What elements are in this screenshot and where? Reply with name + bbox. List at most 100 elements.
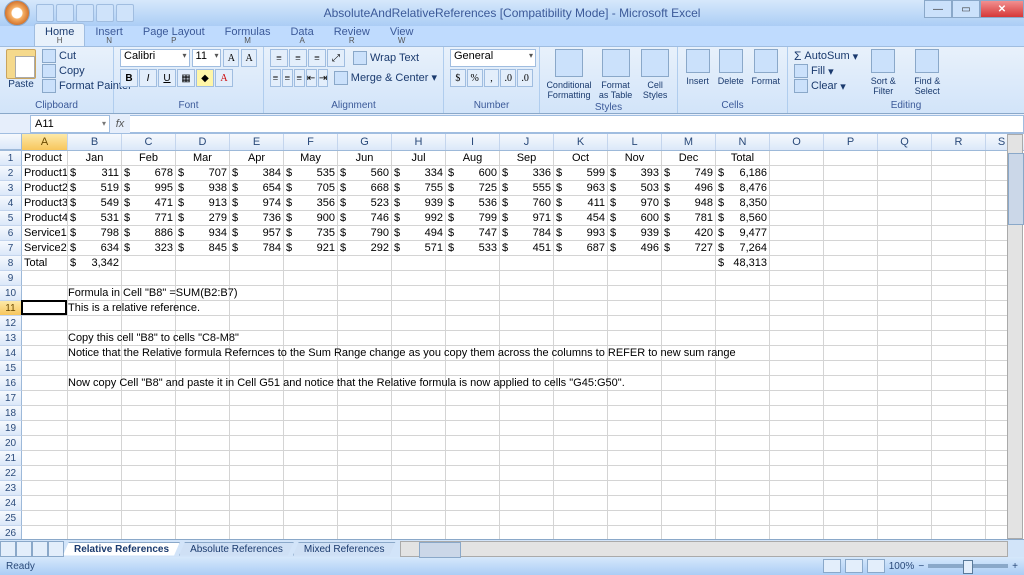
cell-C25[interactable] <box>122 511 176 526</box>
cell-O17[interactable] <box>770 391 824 406</box>
border-button[interactable]: ▦ <box>177 69 195 87</box>
row-header-5[interactable]: 5 <box>0 211 22 226</box>
orientation-button[interactable]: ⤢ <box>327 49 345 67</box>
fill-button[interactable]: Fill ▾ <box>794 64 858 78</box>
cell-G16[interactable] <box>338 376 392 391</box>
cell-L5[interactable]: $600 <box>608 211 662 226</box>
name-box[interactable]: A11 <box>30 115 110 133</box>
cell-F25[interactable] <box>284 511 338 526</box>
cell-O7[interactable] <box>770 241 824 256</box>
row-header-14[interactable]: 14 <box>0 346 22 361</box>
cell-K16[interactable] <box>554 376 608 391</box>
cell-D14[interactable] <box>176 346 230 361</box>
cell-K13[interactable] <box>554 331 608 346</box>
cell-M17[interactable] <box>662 391 716 406</box>
cell-H6[interactable]: $494 <box>392 226 446 241</box>
cell-K11[interactable] <box>554 301 608 316</box>
cell-P7[interactable] <box>824 241 878 256</box>
cell-I4[interactable]: $536 <box>446 196 500 211</box>
cell-D1[interactable]: Mar <box>176 151 230 166</box>
cell-A15[interactable] <box>22 361 68 376</box>
minimize-button[interactable]: — <box>924 0 952 18</box>
cell-I9[interactable] <box>446 271 500 286</box>
cell-B1[interactable]: Jan <box>68 151 122 166</box>
cell-K20[interactable] <box>554 436 608 451</box>
cell-K26[interactable] <box>554 526 608 539</box>
cell-R19[interactable] <box>932 421 986 436</box>
cell-K5[interactable]: $454 <box>554 211 608 226</box>
cell-P6[interactable] <box>824 226 878 241</box>
cell-K18[interactable] <box>554 406 608 421</box>
cell-H1[interactable]: Jul <box>392 151 446 166</box>
col-header-H[interactable]: H <box>392 134 446 150</box>
cell-K8[interactable] <box>554 256 608 271</box>
cell-F14[interactable] <box>284 346 338 361</box>
cell-H17[interactable] <box>392 391 446 406</box>
cell-E10[interactable] <box>230 286 284 301</box>
cell-O22[interactable] <box>770 466 824 481</box>
cell-H12[interactable] <box>392 316 446 331</box>
cell-F22[interactable] <box>284 466 338 481</box>
cell-R11[interactable] <box>932 301 986 316</box>
cell-K3[interactable]: $963 <box>554 181 608 196</box>
cell-D6[interactable]: $934 <box>176 226 230 241</box>
cell-G3[interactable]: $668 <box>338 181 392 196</box>
cell-C17[interactable] <box>122 391 176 406</box>
cell-J26[interactable] <box>500 526 554 539</box>
cell-J14[interactable] <box>500 346 554 361</box>
cell-F21[interactable] <box>284 451 338 466</box>
cell-I20[interactable] <box>446 436 500 451</box>
cell-G4[interactable]: $523 <box>338 196 392 211</box>
cell-R24[interactable] <box>932 496 986 511</box>
cell-G14[interactable] <box>338 346 392 361</box>
cell-R8[interactable] <box>932 256 986 271</box>
cell-P26[interactable] <box>824 526 878 539</box>
cell-M5[interactable]: $781 <box>662 211 716 226</box>
cell-R21[interactable] <box>932 451 986 466</box>
cell-Q20[interactable] <box>878 436 932 451</box>
cell-Q23[interactable] <box>878 481 932 496</box>
cell-N19[interactable] <box>716 421 770 436</box>
cell-K10[interactable] <box>554 286 608 301</box>
cell-M7[interactable]: $727 <box>662 241 716 256</box>
col-header-D[interactable]: D <box>176 134 230 150</box>
col-header-P[interactable]: P <box>824 134 878 150</box>
cell-H16[interactable] <box>392 376 446 391</box>
accounting-format-button[interactable]: $ <box>450 69 466 87</box>
select-all-corner[interactable] <box>0 134 22 150</box>
cell-J19[interactable] <box>500 421 554 436</box>
row-header-20[interactable]: 20 <box>0 436 22 451</box>
cell-N20[interactable] <box>716 436 770 451</box>
cell-B12[interactable] <box>68 316 122 331</box>
cell-O5[interactable] <box>770 211 824 226</box>
col-header-Q[interactable]: Q <box>878 134 932 150</box>
cell-I12[interactable] <box>446 316 500 331</box>
cell-G22[interactable] <box>338 466 392 481</box>
cell-J24[interactable] <box>500 496 554 511</box>
cell-H8[interactable] <box>392 256 446 271</box>
cell-G15[interactable] <box>338 361 392 376</box>
row-header-7[interactable]: 7 <box>0 241 22 256</box>
zoom-level[interactable]: 100% <box>889 561 915 572</box>
cell-C23[interactable] <box>122 481 176 496</box>
cell-P20[interactable] <box>824 436 878 451</box>
cell-N25[interactable] <box>716 511 770 526</box>
cell-P12[interactable] <box>824 316 878 331</box>
cell-I19[interactable] <box>446 421 500 436</box>
cell-F6[interactable]: $735 <box>284 226 338 241</box>
cell-E8[interactable] <box>230 256 284 271</box>
row-header-4[interactable]: 4 <box>0 196 22 211</box>
cell-B3[interactable]: $519 <box>68 181 122 196</box>
cell-F1[interactable]: May <box>284 151 338 166</box>
cell-I16[interactable] <box>446 376 500 391</box>
cell-E12[interactable] <box>230 316 284 331</box>
cell-R15[interactable] <box>932 361 986 376</box>
font-color-button[interactable]: A <box>215 69 233 87</box>
cell-E7[interactable]: $784 <box>230 241 284 256</box>
row-header-13[interactable]: 13 <box>0 331 22 346</box>
cell-L15[interactable] <box>608 361 662 376</box>
cell-L1[interactable]: Nov <box>608 151 662 166</box>
cell-E23[interactable] <box>230 481 284 496</box>
tab-formulas[interactable]: FormulasM <box>215 24 281 46</box>
cell-F19[interactable] <box>284 421 338 436</box>
